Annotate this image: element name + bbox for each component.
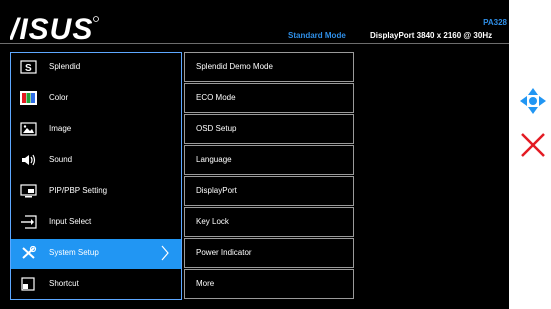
pip-icon: [20, 184, 37, 198]
submenu-item-key-lock[interactable]: Key Lock: [184, 207, 354, 237]
submenu-item-label: Splendid Demo Mode: [196, 62, 273, 71]
menu-item-label: Input Select: [49, 217, 92, 226]
menu-item-splendid[interactable]: S Splendid: [11, 53, 181, 83]
submenu-item-label: OSD Setup: [196, 124, 237, 133]
menu-item-image[interactable]: Image: [11, 115, 181, 145]
submenu-item-label: Language: [196, 155, 232, 164]
model-name: PA328: [483, 18, 507, 27]
submenu-item-displayport[interactable]: DisplayPort: [184, 176, 354, 206]
menu-item-label: PIP/PBP Setting: [49, 186, 108, 195]
speaker-icon: [22, 154, 36, 166]
submenu-item-more[interactable]: More: [184, 269, 354, 299]
current-mode: Standard Mode: [288, 31, 346, 40]
svg-text:S: S: [25, 63, 32, 74]
image-icon: [20, 122, 37, 136]
submenu-item-eco-mode[interactable]: ECO Mode: [184, 83, 354, 113]
menu-item-pip-pbp[interactable]: PIP/PBP Setting: [11, 177, 181, 207]
svg-text:/ISUS: /ISUS: [10, 14, 93, 44]
submenu-item-label: More: [196, 279, 215, 288]
osd-menu: /ISUS PA328 Standard Mode DisplayPort 38…: [0, 0, 509, 309]
shortcut-icon: [21, 277, 35, 291]
submenu-item-language[interactable]: Language: [184, 145, 354, 175]
input-status: DisplayPort 3840 x 2160 @ 30Hz: [370, 31, 493, 40]
submenu-item-osd-setup[interactable]: OSD Setup: [184, 114, 354, 144]
main-menu: S Splendid Color Image Sound PIP/PBP Set…: [10, 52, 182, 300]
menu-item-color[interactable]: Color: [11, 84, 181, 114]
submenu: Splendid Demo Mode ECO Mode OSD Setup La…: [184, 52, 354, 299]
menu-item-label: Sound: [49, 155, 73, 164]
submenu-item-power-indicator[interactable]: Power Indicator: [184, 238, 354, 268]
submenu-item-label: Key Lock: [196, 217, 229, 226]
menu-item-label: Image: [49, 124, 72, 133]
input-select-icon: [21, 215, 37, 229]
submenu-item-splendid-demo-mode[interactable]: Splendid Demo Mode: [184, 52, 354, 82]
navigation-joystick-icon[interactable]: [520, 88, 546, 114]
tools-icon: [22, 246, 37, 259]
submenu-item-label: Power Indicator: [196, 248, 252, 257]
submenu-item-label: ECO Mode: [196, 93, 236, 102]
color-icon: [20, 91, 37, 105]
menu-item-sound[interactable]: Sound: [11, 146, 181, 176]
menu-item-label: Shortcut: [49, 279, 79, 288]
header-divider: [0, 43, 509, 44]
splendid-icon: S: [20, 60, 37, 74]
asus-logo: /ISUS: [10, 14, 99, 44]
menu-item-input-select[interactable]: Input Select: [11, 208, 181, 238]
menu-item-shortcut[interactable]: Shortcut: [11, 270, 181, 300]
menu-item-label: Splendid: [49, 62, 81, 71]
menu-item-system-setup[interactable]: System Setup: [11, 239, 181, 269]
menu-item-label: System Setup: [49, 248, 99, 257]
submenu-item-label: DisplayPort: [196, 186, 237, 195]
menu-item-label: Color: [49, 93, 69, 102]
chevron-right-icon: [161, 245, 169, 261]
close-icon[interactable]: [520, 132, 546, 158]
